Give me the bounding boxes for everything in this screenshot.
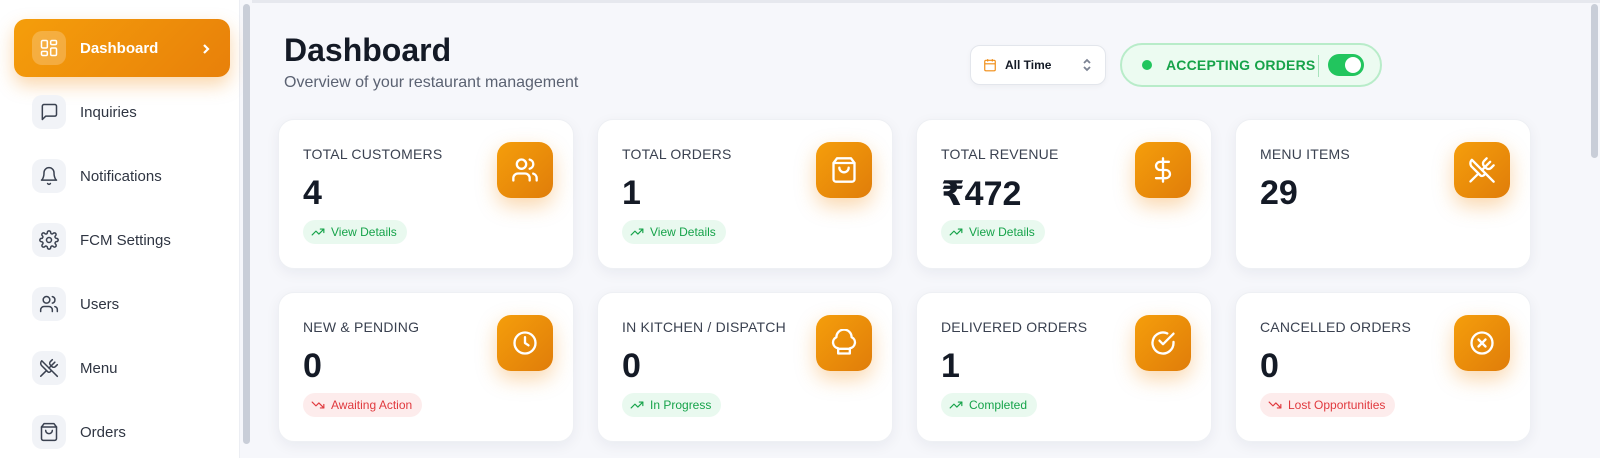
check-circle-icon	[1135, 315, 1191, 371]
chevron-right-icon	[200, 42, 212, 54]
sidebar-item-label: Dashboard	[80, 39, 159, 57]
stat-card-total-orders[interactable]: TOTAL ORDERS 1 View Details	[597, 119, 893, 269]
trending-up-icon	[949, 401, 963, 409]
stat-value: 0	[303, 347, 322, 385]
sidebar-item-inquiries[interactable]: Inquiries	[14, 83, 230, 141]
badge-text: Completed	[969, 398, 1028, 412]
clock-icon	[497, 315, 553, 371]
badge-text: View Details	[650, 225, 716, 239]
chef-hat-icon	[816, 315, 872, 371]
trending-up-icon	[630, 228, 644, 236]
users-icon	[32, 287, 66, 321]
sidebar-item-label: Inquiries	[80, 103, 137, 121]
stat-value: 1	[622, 174, 641, 212]
trending-up-icon	[630, 401, 644, 409]
stat-value: 29	[1260, 174, 1298, 212]
sidebar-item-label: Users	[80, 295, 120, 313]
utensils-crossed-icon	[1454, 142, 1510, 198]
sidebar-item-fcm-settings[interactable]: FCM Settings	[14, 211, 230, 269]
bell-icon	[32, 159, 66, 193]
trending-up-icon	[311, 228, 325, 236]
status-badge: Completed	[941, 393, 1038, 417]
status-dot	[1142, 60, 1152, 70]
trending-up-icon	[949, 228, 963, 236]
stat-label: NEW & PENDING	[303, 319, 420, 335]
divider	[1318, 55, 1319, 77]
status-badge: Awaiting Action	[303, 393, 423, 417]
view-details-link[interactable]: View Details	[941, 220, 1045, 244]
stat-card-total-revenue[interactable]: TOTAL REVENUE ₹472 View Details	[916, 119, 1212, 269]
badge-text: Lost Opportunities	[1288, 398, 1386, 412]
trending-down-icon	[1268, 401, 1282, 409]
shopping-bag-icon	[32, 415, 66, 449]
calendar-icon	[983, 58, 997, 72]
x-circle-icon	[1454, 315, 1510, 371]
accepting-orders-pill: ACCEPTING ORDERS	[1120, 43, 1382, 87]
utensils-crossed-icon	[32, 351, 66, 385]
sidebar-item-notifications[interactable]: Notifications	[14, 147, 230, 205]
stat-value: 0	[1260, 347, 1279, 385]
sidebar-item-label: Menu	[80, 359, 118, 377]
dollar-icon	[1135, 142, 1191, 198]
page-subtitle: Overview of your restaurant management	[284, 74, 579, 91]
time-filter-select[interactable]: All Time	[970, 45, 1106, 85]
sidebar: Dashboard Inquiries Notifications FCM Se…	[0, 0, 240, 458]
sidebar-item-label: Notifications	[80, 167, 162, 185]
main-content: Dashboard Overview of your restaurant ma…	[252, 0, 1600, 458]
status-badge: In Progress	[622, 393, 722, 417]
stat-card-total-customers[interactable]: TOTAL CUSTOMERS 4 View Details	[278, 119, 574, 269]
trending-down-icon	[311, 401, 325, 409]
stat-card-cancelled-orders[interactable]: CANCELLED ORDERS 0 Lost Opportunities	[1235, 292, 1531, 442]
view-details-link[interactable]: View Details	[622, 220, 726, 244]
page-title: Dashboard	[284, 32, 452, 68]
users-icon	[497, 142, 553, 198]
badge-text: View Details	[969, 225, 1035, 239]
sidebar-item-users[interactable]: Users	[14, 275, 230, 333]
stat-label: TOTAL REVENUE	[941, 146, 1059, 162]
stat-value: ₹472	[941, 175, 1022, 213]
stat-card-delivered-orders[interactable]: DELIVERED ORDERS 1 Completed	[916, 292, 1212, 442]
stat-card-menu-items[interactable]: MENU ITEMS 29	[1235, 119, 1531, 269]
shopping-bag-icon	[816, 142, 872, 198]
gear-icon	[32, 223, 66, 257]
time-filter-value: All Time	[1005, 58, 1052, 72]
stat-label: IN KITCHEN / DISPATCH	[622, 319, 786, 335]
sidebar-item-label: FCM Settings	[80, 231, 171, 249]
stat-label: CANCELLED ORDERS	[1260, 319, 1412, 335]
status-badge: Lost Opportunities	[1260, 393, 1396, 417]
stat-label: DELIVERED ORDERS	[941, 319, 1088, 335]
stat-card-new-pending[interactable]: NEW & PENDING 0 Awaiting Action	[278, 292, 574, 442]
stat-label: TOTAL CUSTOMERS	[303, 146, 443, 162]
accepting-orders-label: ACCEPTING ORDERS	[1166, 57, 1316, 73]
message-icon	[32, 95, 66, 129]
sidebar-item-label: Orders	[80, 423, 126, 441]
chevrons-up-down-icon	[1081, 58, 1093, 72]
dashboard-icon	[32, 31, 66, 65]
stat-card-in-kitchen[interactable]: IN KITCHEN / DISPATCH 0 In Progress	[597, 292, 893, 442]
stat-value: 4	[303, 174, 322, 212]
stat-value: 0	[622, 347, 641, 385]
sidebar-item-menu[interactable]: Menu	[14, 339, 230, 397]
sidebar-scrollbar[interactable]	[243, 4, 250, 444]
top-divider	[252, 0, 1600, 3]
badge-text: View Details	[331, 225, 397, 239]
badge-text: In Progress	[650, 398, 712, 412]
sidebar-item-dashboard[interactable]: Dashboard	[14, 19, 230, 77]
stat-label: TOTAL ORDERS	[622, 146, 732, 162]
stat-value: 1	[941, 347, 960, 385]
accepting-orders-toggle[interactable]	[1328, 54, 1364, 76]
badge-text: Awaiting Action	[331, 398, 413, 412]
view-details-link[interactable]: View Details	[303, 220, 407, 244]
sidebar-item-orders[interactable]: Orders	[14, 403, 230, 458]
toggle-knob	[1345, 57, 1361, 73]
stat-label: MENU ITEMS	[1260, 146, 1350, 162]
main-scrollbar[interactable]	[1591, 4, 1598, 158]
